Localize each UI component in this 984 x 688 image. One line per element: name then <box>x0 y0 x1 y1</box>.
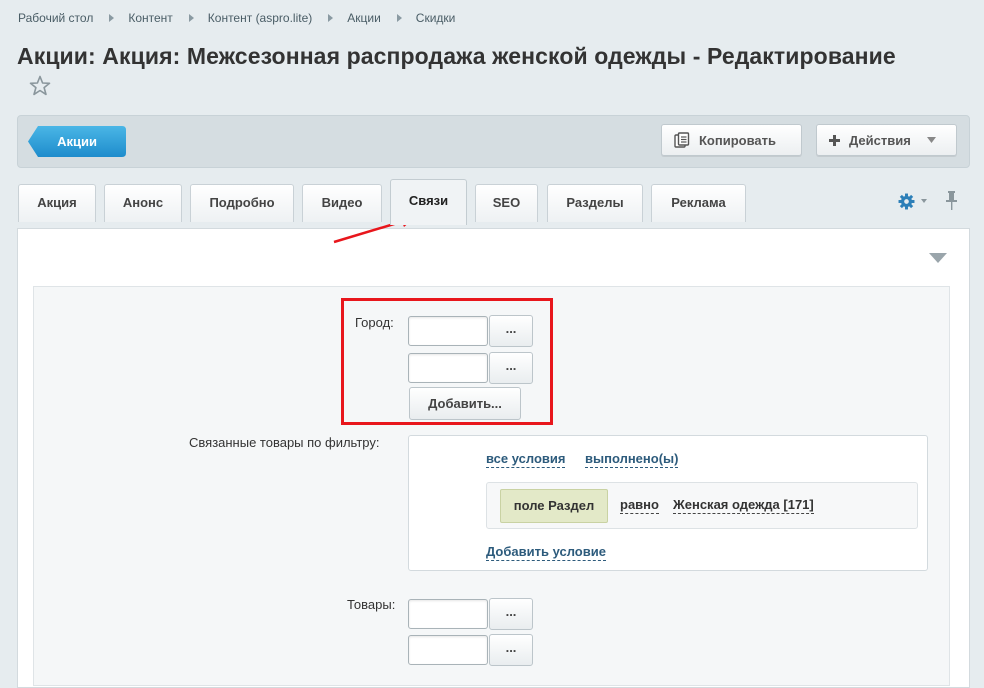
products-browse-button-1[interactable]: ... <box>489 598 533 630</box>
add-condition-link[interactable]: Добавить условие <box>486 544 606 561</box>
pin-icon[interactable] <box>945 191 958 210</box>
collapse-triangle-icon[interactable] <box>929 253 947 263</box>
toolbar: Акции Копировать Действия <box>17 115 970 168</box>
tab-links[interactable]: Связи <box>390 179 467 225</box>
actions-button[interactable]: Действия <box>816 124 957 156</box>
tab-seo[interactable]: SEO <box>475 184 538 222</box>
back-to-promotions-button[interactable]: Акции <box>28 126 126 157</box>
plus-icon <box>829 134 840 146</box>
tab-promotion[interactable]: Акция <box>18 184 96 222</box>
breadcrumb-item-content-aspro[interactable]: Контент (aspro.lite) <box>208 11 312 25</box>
condition-operator[interactable]: равно <box>620 497 659 514</box>
copy-button[interactable]: Копировать <box>661 124 802 156</box>
condition-value[interactable]: Женская одежда [171] <box>673 497 814 514</box>
products-input-2[interactable] <box>408 635 488 665</box>
star-icon[interactable] <box>28 74 52 98</box>
tab-sections[interactable]: Разделы <box>547 184 643 222</box>
breadcrumb-item-discounts[interactable]: Скидки <box>416 11 456 25</box>
breadcrumb-separator-icon <box>188 14 194 22</box>
breadcrumb-separator-icon <box>109 14 115 22</box>
page-title: Акции: Акция: Межсезонная распродажа жен… <box>17 43 896 69</box>
back-button-label: Акции <box>57 134 97 149</box>
tab-announcement[interactable]: Анонс <box>104 184 182 222</box>
gear-icon[interactable] <box>898 193 915 210</box>
actions-button-label: Действия <box>849 132 911 148</box>
breadcrumb-item-desktop[interactable]: Рабочий стол <box>18 11 93 25</box>
all-conditions-link[interactable]: все условия <box>486 451 566 468</box>
gear-menu-caret-icon[interactable] <box>921 199 927 203</box>
condition-field-chip[interactable]: поле Раздел <box>500 489 608 523</box>
tab-details[interactable]: Подробно <box>190 184 294 222</box>
products-browse-button-2[interactable]: ... <box>489 634 533 666</box>
copy-button-label: Копировать <box>699 132 777 148</box>
tab-advertising[interactable]: Реклама <box>651 184 746 222</box>
fulfilled-link[interactable]: выполнено(ы) <box>585 451 679 468</box>
breadcrumb-item-content[interactable]: Контент <box>128 11 172 25</box>
products-label: Товары: <box>347 597 396 612</box>
breadcrumb-separator-icon <box>328 14 334 22</box>
annotation-highlight-box <box>341 298 553 425</box>
breadcrumb: Рабочий стол Контент Контент (aspro.lite… <box>18 11 455 25</box>
copy-icon <box>674 132 690 148</box>
breadcrumb-item-promotions[interactable]: Акции <box>347 11 381 25</box>
filter-label: Связанные товары по фильтру: <box>189 435 380 450</box>
products-input-1[interactable] <box>408 599 488 629</box>
breadcrumb-separator-icon <box>396 14 402 22</box>
chevron-down-icon <box>926 137 936 143</box>
